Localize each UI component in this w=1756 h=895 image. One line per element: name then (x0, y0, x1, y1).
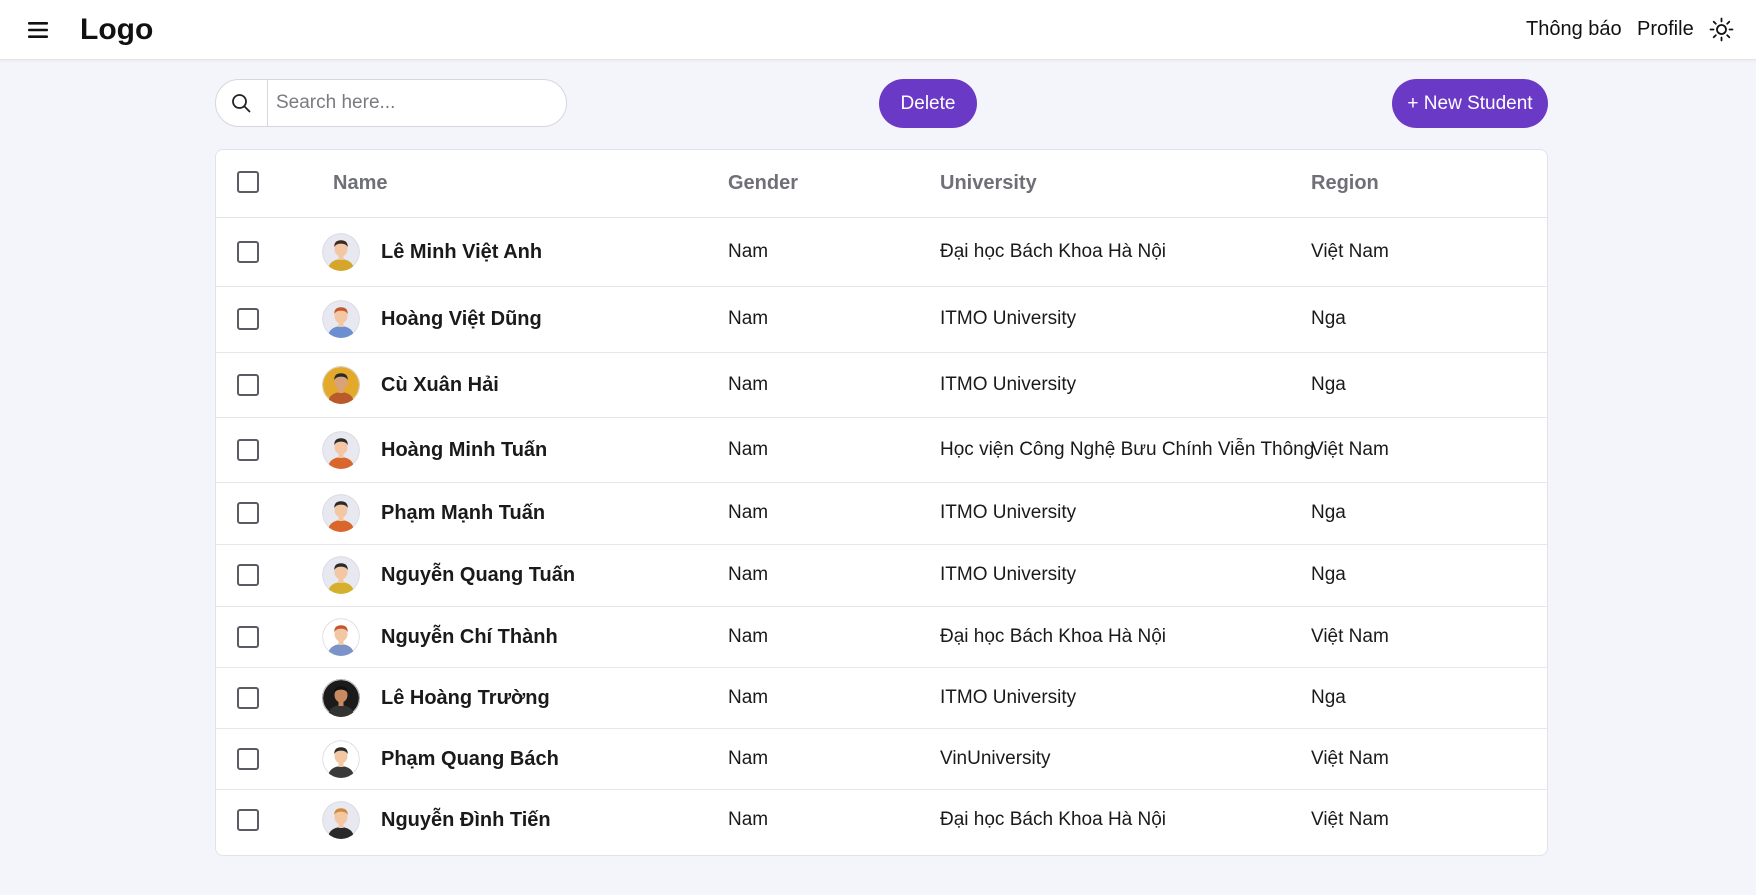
select-all-checkbox[interactable] (237, 171, 259, 193)
search-button[interactable] (216, 80, 268, 126)
delete-button[interactable]: Delete (879, 79, 977, 128)
student-region: Nga (1311, 374, 1346, 395)
table-row[interactable]: Nguyễn Quang Tuấn Nam ITMO University Nga (216, 544, 1547, 607)
student-region: Nga (1311, 502, 1346, 523)
row-checkbox[interactable] (237, 241, 259, 263)
top-navbar: Logo Thông báo Profile (0, 0, 1756, 60)
table-row[interactable]: Phạm Quang Bách Nam VinUniversity Việt Nam (216, 728, 1547, 790)
student-university: ITMO University (940, 564, 1077, 585)
avatar (322, 801, 360, 839)
column-header-gender[interactable]: Gender (728, 172, 798, 195)
student-region: Việt Nam (1311, 241, 1389, 262)
student-name: Hoàng Việt Dũng (381, 308, 542, 330)
column-header-name[interactable]: Name (333, 172, 387, 195)
logo[interactable]: Logo (80, 13, 153, 47)
student-name: Nguyễn Đình Tiến (381, 809, 551, 831)
student-university: Đại học Bách Khoa Hà Nội (940, 241, 1167, 262)
student-name: Phạm Mạnh Tuấn (381, 502, 546, 524)
student-region: Nga (1311, 687, 1346, 708)
student-name: Lê Minh Việt Anh (381, 241, 543, 263)
avatar (322, 233, 360, 271)
avatar (322, 300, 360, 338)
row-checkbox[interactable] (237, 809, 259, 831)
table-row[interactable]: Lê Minh Việt Anh Nam Đại học Bách Khoa Hà … (216, 217, 1547, 287)
student-university: Học viện Công Nghệ Bưu Chính Viễn Thông (940, 439, 1315, 460)
student-gender: Nam (728, 308, 769, 329)
student-gender: Nam (728, 809, 769, 830)
student-name: Phạm Quang Bách (381, 748, 559, 770)
student-university: ITMO University (940, 687, 1077, 708)
student-gender: Nam (728, 241, 769, 262)
student-name: Nguyễn Chí Thành (381, 626, 558, 648)
student-gender: Nam (728, 626, 769, 647)
students-table: Name Gender University Region Lê Minh Vi… (215, 149, 1548, 856)
student-gender: Nam (728, 564, 769, 585)
table-row[interactable]: Hoàng Minh Tuấn Nam Học viện Công Nghệ Bưu… (216, 417, 1547, 483)
student-university: VinUniversity (940, 748, 1051, 769)
table-row[interactable]: Nguyễn Đình Tiến Nam Đại học Bách Khoa Hà … (216, 789, 1547, 850)
column-header-university[interactable]: University (940, 172, 1037, 195)
row-checkbox[interactable] (237, 308, 259, 330)
search-input[interactable] (268, 81, 558, 125)
hamburger-menu-icon[interactable] (26, 18, 52, 42)
student-university: ITMO University (940, 308, 1077, 329)
avatar (322, 679, 360, 717)
avatar (322, 431, 360, 469)
student-gender: Nam (728, 687, 769, 708)
student-university: Đại học Bách Khoa Hà Nội (940, 626, 1167, 647)
student-name: Cù Xuân Hải (381, 374, 499, 396)
student-region: Việt Nam (1311, 809, 1389, 830)
column-header-region[interactable]: Region (1311, 172, 1379, 195)
student-region: Việt Nam (1311, 439, 1389, 460)
notifications-link[interactable]: Thông báo (1526, 18, 1622, 41)
avatar (322, 740, 360, 778)
student-gender: Nam (728, 439, 769, 460)
new-student-button[interactable]: + New Student (1392, 79, 1548, 128)
row-checkbox[interactable] (237, 502, 259, 524)
table-row[interactable]: Hoàng Việt Dũng Nam ITMO University Nga (216, 286, 1547, 353)
student-university: Đại học Bách Khoa Hà Nội (940, 809, 1167, 830)
avatar (322, 366, 360, 404)
student-region: Nga (1311, 564, 1346, 585)
row-checkbox[interactable] (237, 564, 259, 586)
row-checkbox[interactable] (237, 626, 259, 648)
search-icon (232, 94, 251, 113)
student-university: ITMO University (940, 502, 1077, 523)
profile-link[interactable]: Profile (1637, 18, 1694, 41)
student-name: Nguyễn Quang Tuấn (381, 564, 576, 586)
avatar (322, 556, 360, 594)
student-region: Nga (1311, 308, 1346, 329)
row-checkbox[interactable] (237, 748, 259, 770)
sun-icon[interactable] (1709, 17, 1734, 42)
table-row[interactable]: Phạm Mạnh Tuấn Nam ITMO University Nga (216, 482, 1547, 545)
student-region: Việt Nam (1311, 748, 1389, 769)
table-header: Name Gender University Region (216, 150, 1547, 218)
student-university: ITMO University (940, 374, 1077, 395)
student-name: Hoàng Minh Tuấn (381, 439, 548, 461)
table-row[interactable]: Nguyễn Chí Thành Nam Đại học Bách Khoa Hà … (216, 606, 1547, 668)
student-name: Lê Hoàng Trường (381, 687, 550, 709)
student-gender: Nam (728, 374, 769, 395)
table-row[interactable]: Cù Xuân Hải Nam ITMO University Nga (216, 352, 1547, 418)
row-checkbox[interactable] (237, 374, 259, 396)
student-gender: Nam (728, 748, 769, 769)
search-box (215, 79, 567, 127)
student-gender: Nam (728, 502, 769, 523)
student-region: Việt Nam (1311, 626, 1389, 647)
row-checkbox[interactable] (237, 439, 259, 461)
avatar (322, 618, 360, 656)
avatar (322, 494, 360, 532)
row-checkbox[interactable] (237, 687, 259, 709)
table-row[interactable]: Lê Hoàng Trường Nam ITMO University Nga (216, 667, 1547, 729)
